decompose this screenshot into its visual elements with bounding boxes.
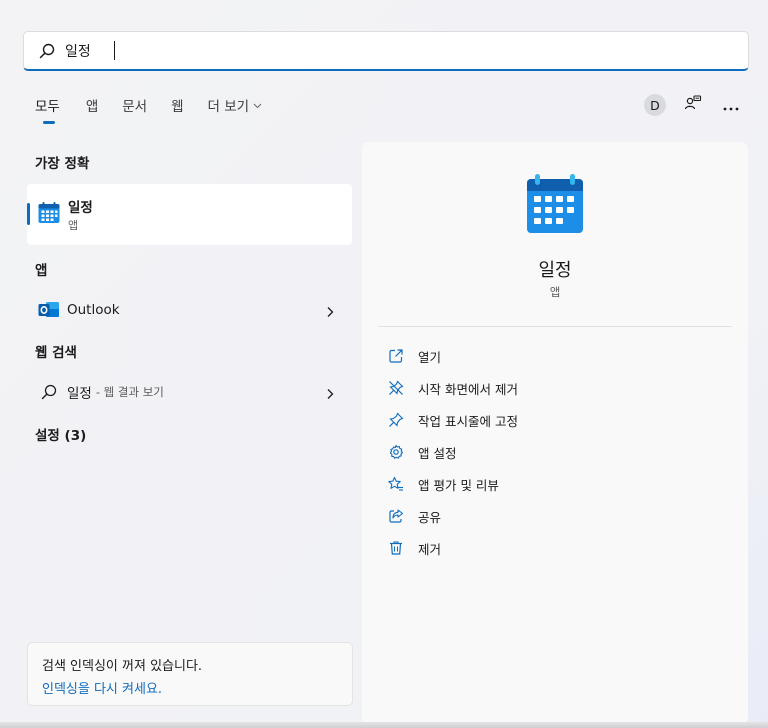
tab-all[interactable]: 모두 [35, 95, 60, 124]
chevron-right-icon [326, 385, 334, 404]
tab-label: 모두 [35, 99, 60, 115]
unpin-icon [386, 378, 406, 398]
tab-label: 웹 [171, 99, 184, 115]
calendar-app-icon [526, 174, 584, 238]
tab-label: 앱 [85, 99, 99, 115]
more-options-button[interactable] [720, 94, 742, 116]
action-app-settings[interactable]: 앱 설정 [386, 440, 456, 464]
action-uninstall[interactable]: 제거 [386, 536, 441, 560]
ellipsis-icon [723, 96, 739, 115]
action-unpin-start[interactable]: 시작 화면에서 제거 [386, 376, 518, 400]
search-box[interactable] [23, 31, 749, 71]
chevron-right-icon [326, 303, 334, 322]
tab-label: 더 보기 [207, 99, 250, 115]
active-tab-indicator [43, 121, 55, 124]
detail-subtitle: 앱 [549, 285, 561, 299]
app-name: Outlook [67, 302, 120, 318]
star-review-icon [386, 474, 406, 494]
tab-web[interactable]: 웹 [171, 95, 183, 115]
settings-heading[interactable]: 설정 (3) [35, 424, 86, 444]
best-match-heading: 가장 정확 [35, 156, 90, 172]
tab-label: 문서 [122, 99, 148, 115]
header-actions: D [644, 94, 742, 116]
action-label: 앱 평가 및 리뷰 [418, 477, 499, 493]
account-avatar[interactable]: D [644, 94, 666, 116]
calendar-app-icon [38, 202, 60, 228]
pin-icon [386, 410, 406, 430]
web-search-heading: 웹 검색 [35, 345, 77, 361]
action-pin-taskbar[interactable]: 작업 표시줄에 고정 [386, 408, 518, 432]
share-icon [386, 506, 406, 526]
tab-more[interactable]: 더 보기 [208, 95, 263, 115]
action-label: 시작 화면에서 제거 [418, 381, 518, 397]
action-label: 열기 [418, 349, 442, 365]
filter-tabs: 모두 앱 문서 웹 더 보기 [35, 95, 263, 124]
search-icon [38, 381, 60, 403]
tab-apps[interactable]: 앱 [86, 95, 98, 115]
app-result-outlook[interactable]: Outlook [27, 292, 352, 328]
gear-icon [386, 442, 406, 462]
web-result-hint: - 웹 결과 보기 [95, 385, 164, 399]
detail-panel: 일정 앱 열기 시작 화면에서 제거 작업 표시줄에 고정 앱 설정 앱 평가 … [362, 142, 748, 724]
action-label: 작업 표시줄에 고정 [418, 413, 518, 429]
chevron-down-icon [253, 97, 262, 113]
action-label: 앱 설정 [418, 445, 457, 461]
search-icon [38, 42, 56, 60]
tab-documents[interactable]: 문서 [122, 95, 147, 115]
detail-title: 일정 [538, 260, 572, 281]
indexing-notice: 검색 인덱싱이 꺼져 있습니다. 인덱싱을 다시 켜세요. [27, 642, 353, 706]
trash-icon [386, 538, 406, 558]
people-switch-icon [684, 94, 702, 116]
web-search-result[interactable]: 일정 - 웹 결과 보기 [27, 374, 352, 410]
action-label: 공유 [418, 509, 442, 525]
result-name: 일정 [68, 200, 93, 216]
window-bottom-edge [0, 722, 768, 728]
action-label: 제거 [418, 541, 442, 557]
result-type: 앱 [68, 219, 79, 232]
apps-heading: 앱 [35, 263, 48, 279]
enable-indexing-link[interactable]: 인덱싱을 다시 켜세요. [42, 678, 162, 697]
best-match-result[interactable]: 일정 앱 [27, 184, 352, 245]
indexing-message: 검색 인덱싱이 꺼져 있습니다. [42, 659, 203, 674]
divider [378, 326, 732, 327]
search-input[interactable] [65, 38, 665, 63]
action-open[interactable]: 열기 [386, 344, 441, 368]
action-share[interactable]: 공유 [386, 504, 441, 528]
selection-indicator [27, 203, 30, 225]
web-query: 일정 [67, 386, 92, 402]
open-external-icon [386, 346, 406, 366]
action-rate-review[interactable]: 앱 평가 및 리뷰 [386, 472, 499, 496]
org-switch-button[interactable] [682, 94, 704, 116]
outlook-icon [38, 299, 60, 321]
text-caret [114, 41, 115, 60]
